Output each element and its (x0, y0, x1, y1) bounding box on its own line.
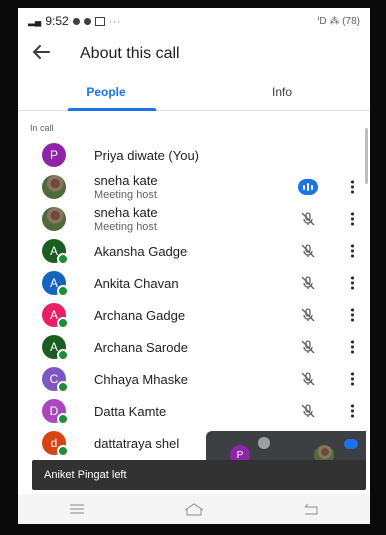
avatar (42, 207, 66, 231)
online-badge-icon (57, 349, 69, 361)
participant-name: Archana Gadge (94, 307, 186, 323)
participant-name: Priya diwate (You) (94, 147, 200, 163)
participant-name: Ankita Chavan (94, 275, 179, 291)
participant-row[interactable]: sneha kate Meeting host (18, 203, 370, 235)
back-arrow-icon[interactable] (32, 43, 62, 66)
avatar: A (42, 303, 69, 329)
scrollbar[interactable] (365, 128, 368, 184)
online-badge-icon (57, 381, 69, 393)
app-bar: About this call (18, 34, 370, 74)
participant-name-column: sneha kate Meeting host (94, 173, 158, 201)
avatar: D (42, 399, 69, 425)
online-badge-icon (57, 317, 69, 329)
participant-name-column: Chhaya Mhaske (94, 372, 188, 387)
participant-name-column: Archana Sarode (94, 340, 188, 355)
tab-bar: People Info (18, 74, 370, 111)
mic-off-icon (298, 369, 318, 389)
page-title: About this call (80, 45, 180, 62)
device-frame: ▂▄ 9:52 ··· ᑊD ⁂ (78) About this call Pe… (0, 0, 386, 535)
avatar: A (42, 239, 69, 265)
mic-off-icon (298, 273, 318, 293)
signal-icon: ▂▄ (28, 15, 42, 26)
participant-name: Chhaya Mhaske (94, 371, 188, 387)
avatar (42, 175, 66, 199)
status-bar: ▂▄ 9:52 ··· ᑊD ⁂ (78) (18, 8, 370, 34)
avatar: P (42, 143, 66, 167)
status-ellipsis: ··· (108, 14, 121, 28)
participant-name: Akansha Gadge (94, 243, 188, 259)
mic-off-icon (298, 401, 318, 421)
more-vert-icon[interactable] (351, 372, 354, 386)
avatar: d (42, 431, 69, 457)
more-vert-icon[interactable] (351, 308, 354, 322)
mic-off-icon (258, 437, 270, 449)
participant-row[interactable]: D Datta Kamte (18, 395, 370, 427)
avatar: C (42, 367, 69, 393)
participant-name-column: dattatraya shel (94, 436, 179, 451)
more-vert-icon[interactable] (351, 340, 354, 354)
participant-role: Meeting host (94, 189, 157, 201)
avatar-initial: d (50, 436, 58, 450)
more-vert-icon[interactable] (351, 212, 354, 226)
status-time: 9:52 (45, 14, 69, 28)
online-badge-icon (57, 253, 69, 265)
phone-screen: ▂▄ 9:52 ··· ᑊD ⁂ (78) About this call Pe… (18, 8, 370, 524)
participant-name-column: Datta Kamte (94, 404, 166, 419)
back-nav-icon[interactable] (296, 499, 326, 519)
participant-name-column: Priya diwate (You) (94, 148, 199, 163)
more-vert-icon[interactable] (351, 180, 354, 194)
tab-info[interactable]: Info (194, 74, 370, 110)
mic-off-icon (298, 209, 318, 229)
snackbar-toast: Aniket Pingat left (32, 460, 366, 490)
online-badge-icon (57, 285, 69, 297)
status-left: ▂▄ 9:52 ··· (28, 14, 121, 28)
system-nav-bar (18, 494, 370, 524)
speaking-indicator (298, 179, 318, 195)
tab-indicator (68, 108, 156, 111)
menu-icon[interactable] (62, 499, 92, 519)
participant-row[interactable]: A Archana Sarode (18, 331, 370, 363)
mic-speaking-icon (344, 439, 358, 449)
mic-speaking-icon (298, 177, 318, 197)
participant-row[interactable]: C Chhaya Mhaske (18, 363, 370, 395)
notification-dot-icon (72, 17, 80, 25)
participant-row[interactable]: A Ankita Chavan (18, 267, 370, 299)
online-badge-icon (57, 445, 69, 457)
participant-name: dattatraya shel (94, 435, 180, 451)
avatar: A (42, 335, 69, 361)
participant-name: Archana Sarode (94, 339, 188, 355)
avatar-initial: P (49, 148, 58, 162)
participant-name-column: sneha kate Meeting host (94, 205, 158, 233)
notification-square-icon (94, 16, 105, 26)
more-vert-icon[interactable] (351, 244, 354, 258)
participant-name: Datta Kamte (94, 403, 167, 419)
participant-name-column: Ankita Chavan (94, 276, 179, 291)
participant-role: Meeting host (94, 221, 157, 233)
participant-name: sneha kate (94, 205, 158, 220)
pip-self-initial: P (236, 449, 244, 461)
participant-name-column: Archana Gadge (94, 308, 185, 323)
notification-dot-icon (83, 17, 91, 25)
participant-row[interactable]: P Priya diwate (You) (18, 139, 370, 171)
participant-name-column: Akansha Gadge (94, 244, 187, 259)
more-vert-icon[interactable] (351, 276, 354, 290)
mic-off-icon (298, 305, 318, 325)
section-label-in-call: In call (30, 123, 54, 133)
online-badge-icon (57, 413, 69, 425)
participant-name: sneha kate (94, 173, 158, 188)
participant-list: P Priya diwate (You) sneha kate Meeting hos… (18, 139, 370, 459)
status-right: ᑊD ⁂ (78) (317, 15, 360, 27)
more-vert-icon[interactable] (351, 404, 354, 418)
tab-people[interactable]: People (18, 74, 194, 110)
avatar: A (42, 271, 69, 297)
mic-off-icon (298, 337, 318, 357)
mic-off-icon (298, 241, 318, 261)
participant-row[interactable]: A Akansha Gadge (18, 235, 370, 267)
participant-row[interactable]: sneha kate Meeting host (18, 171, 370, 203)
home-icon[interactable] (179, 499, 209, 519)
participant-row[interactable]: A Archana Gadge (18, 299, 370, 331)
